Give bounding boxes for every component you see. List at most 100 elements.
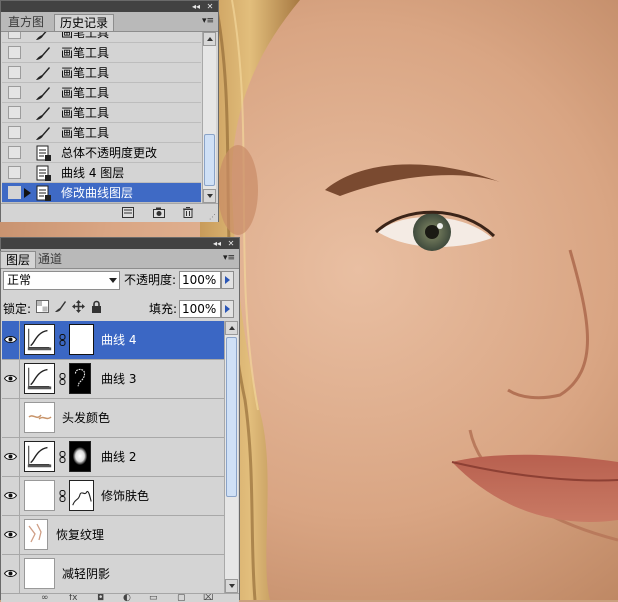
history-item[interactable]: 曲线 4 图层 xyxy=(2,163,201,183)
layer-mask-thumbnail[interactable] xyxy=(69,480,94,511)
adjustment-layer-icon[interactable]: ◐ xyxy=(123,594,131,602)
visibility-toggle[interactable] xyxy=(2,321,20,359)
eye-icon xyxy=(4,375,17,382)
layer-thumbnail[interactable] xyxy=(24,558,55,589)
history-item-label: 画笔工具 xyxy=(61,32,110,40)
snapshot-source-checkbox[interactable] xyxy=(8,126,21,139)
blend-mode-select[interactable]: 正常 xyxy=(3,271,120,290)
new-document-from-state-icon[interactable] xyxy=(122,207,134,218)
close-icon[interactable]: ✕ xyxy=(204,1,216,12)
visibility-toggle[interactable] xyxy=(2,555,20,593)
opacity-input[interactable]: 100% xyxy=(179,271,221,289)
visibility-toggle[interactable] xyxy=(2,477,20,515)
snapshot-source-checkbox[interactable] xyxy=(8,32,21,39)
scroll-down-button[interactable] xyxy=(203,189,216,203)
scroll-thumb[interactable] xyxy=(204,134,215,186)
snapshot-source-checkbox[interactable] xyxy=(8,146,21,159)
link-layers-icon[interactable]: ∞ xyxy=(41,594,49,602)
lock-position-icon[interactable] xyxy=(72,300,85,313)
resize-grip-icon[interactable]: ⋰ xyxy=(209,213,216,221)
trash-icon[interactable]: ⌧ xyxy=(203,594,213,602)
add-mask-icon[interactable]: ◘ xyxy=(97,594,104,602)
panel-menu-icon[interactable]: ▾≡ xyxy=(202,16,214,26)
tab-channels[interactable]: 通道 xyxy=(33,251,67,268)
history-item[interactable]: 画笔工具 xyxy=(2,83,201,103)
lock-image-pixels-icon[interactable] xyxy=(54,300,67,313)
curves-adjustment-icon[interactable] xyxy=(24,324,55,355)
layer-name[interactable]: 恢复纹理 xyxy=(56,527,104,543)
trash-icon[interactable] xyxy=(182,207,194,218)
snapshot-source-checkbox[interactable] xyxy=(8,166,21,179)
link-icon[interactable] xyxy=(59,490,66,502)
history-item[interactable]: 画笔工具 xyxy=(2,123,201,143)
scroll-thumb[interactable] xyxy=(226,337,237,497)
history-panel-titlebar[interactable]: ◂◂ ✕ xyxy=(1,1,218,12)
history-state-arrow-icon[interactable] xyxy=(24,188,31,198)
layer-row-restore-texture[interactable]: 恢复纹理 xyxy=(2,516,224,555)
snapshot-source-checkbox[interactable] xyxy=(8,46,21,59)
link-icon[interactable] xyxy=(59,334,66,346)
layer-row-curves-2[interactable]: 曲线 2 xyxy=(2,438,224,477)
history-item-selected[interactable]: 修改曲线图层 xyxy=(2,183,201,203)
layers-scrollbar[interactable] xyxy=(224,321,238,593)
opacity-slider-button[interactable] xyxy=(221,271,234,289)
tab-histogram[interactable]: 直方图 xyxy=(3,14,49,31)
curves-adjustment-icon[interactable] xyxy=(24,363,55,394)
history-item[interactable]: 总体不透明度更改 xyxy=(2,143,201,163)
history-item[interactable]: 画笔工具 xyxy=(2,32,201,43)
close-icon[interactable]: ✕ xyxy=(225,238,237,249)
layer-style-icon[interactable]: fx xyxy=(69,594,78,602)
layer-thumbnail[interactable] xyxy=(24,402,55,433)
snapshot-source-checkbox[interactable] xyxy=(8,186,21,199)
tab-layers[interactable]: 图层 xyxy=(0,251,37,268)
layer-name[interactable]: 曲线 2 xyxy=(101,449,136,465)
panel-menu-icon[interactable]: ▾≡ xyxy=(223,253,235,263)
lock-transparent-pixels-icon[interactable] xyxy=(36,300,49,313)
history-item[interactable]: 画笔工具 xyxy=(2,103,201,123)
chevron-right-icon xyxy=(225,305,230,313)
fill-input[interactable]: 100% xyxy=(179,300,221,318)
layer-thumbnail[interactable] xyxy=(24,480,55,511)
history-scrollbar[interactable] xyxy=(202,32,216,203)
snapshot-source-checkbox[interactable] xyxy=(8,106,21,119)
new-group-icon[interactable]: ▭ xyxy=(149,594,158,602)
visibility-toggle[interactable] xyxy=(2,516,20,554)
tab-history[interactable]: 历史记录 xyxy=(54,14,115,31)
scroll-up-button[interactable] xyxy=(203,32,216,46)
snapshot-source-checkbox[interactable] xyxy=(8,66,21,79)
new-snapshot-icon[interactable] xyxy=(153,207,165,218)
layer-row-hair-color[interactable]: 头发颜色 xyxy=(2,399,224,438)
history-item[interactable]: 画笔工具 xyxy=(2,63,201,83)
layer-row-reduce-shadow[interactable]: 减轻阴影 xyxy=(2,555,224,593)
layer-row-curves-4[interactable]: 曲线 4 xyxy=(2,321,224,360)
layer-mask-thumbnail[interactable] xyxy=(69,441,91,472)
scroll-up-button[interactable] xyxy=(225,321,238,335)
layer-mask-thumbnail[interactable] xyxy=(69,363,91,394)
history-item-label: 画笔工具 xyxy=(61,46,110,60)
fill-slider-button[interactable] xyxy=(221,300,234,318)
layer-name[interactable]: 曲线 4 xyxy=(101,332,136,348)
layer-thumbnail[interactable] xyxy=(24,519,48,550)
visibility-toggle[interactable] xyxy=(2,360,20,398)
history-item[interactable]: 画笔工具 xyxy=(2,43,201,63)
layer-row-skin-retouch[interactable]: 修饰肤色 xyxy=(2,477,224,516)
collapse-icon[interactable]: ◂◂ xyxy=(190,1,202,12)
layer-name[interactable]: 头发颜色 xyxy=(62,410,110,426)
layers-panel-titlebar[interactable]: ◂◂ ✕ xyxy=(1,238,239,249)
visibility-toggle[interactable] xyxy=(2,399,20,437)
layer-name[interactable]: 减轻阴影 xyxy=(62,566,110,582)
scroll-down-button[interactable] xyxy=(225,579,238,593)
collapse-icon[interactable]: ◂◂ xyxy=(211,238,223,249)
snapshot-source-checkbox[interactable] xyxy=(8,86,21,99)
layer-mask-thumbnail[interactable] xyxy=(69,324,94,355)
layer-name[interactable]: 修饰肤色 xyxy=(101,488,149,504)
layer-row-curves-3[interactable]: 曲线 3 xyxy=(2,360,224,399)
curves-adjustment-icon[interactable] xyxy=(24,441,55,472)
link-icon[interactable] xyxy=(59,373,66,385)
visibility-toggle[interactable] xyxy=(2,438,20,476)
new-layer-icon[interactable]: ▢ xyxy=(177,594,186,602)
link-icon[interactable] xyxy=(59,451,66,463)
chevron-right-icon xyxy=(225,276,230,284)
layer-name[interactable]: 曲线 3 xyxy=(101,371,136,387)
lock-all-icon[interactable] xyxy=(90,300,103,313)
